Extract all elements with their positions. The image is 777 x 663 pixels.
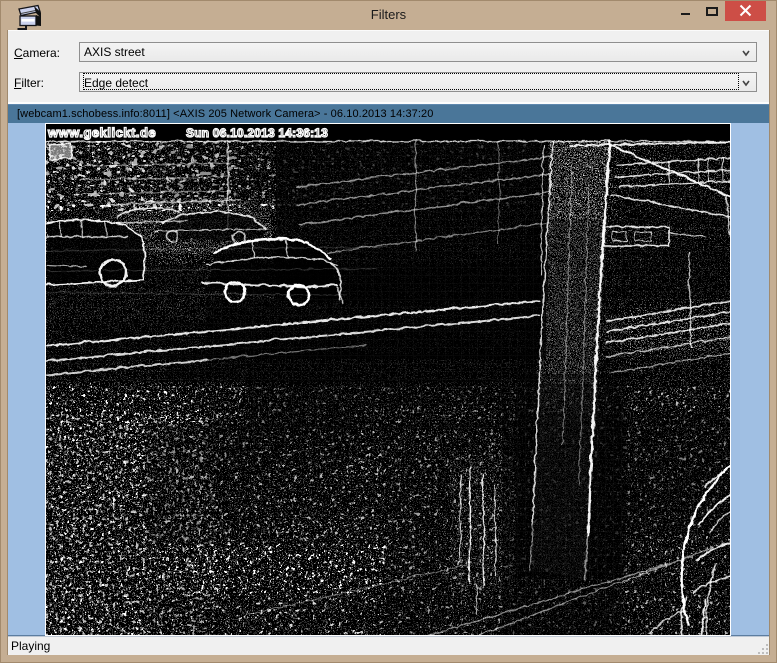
svg-text:www.geklickt.de: www.geklickt.de	[47, 125, 156, 140]
svg-text:Sun 06.10.2013 14:36:13: Sun 06.10.2013 14:36:13	[186, 126, 328, 140]
